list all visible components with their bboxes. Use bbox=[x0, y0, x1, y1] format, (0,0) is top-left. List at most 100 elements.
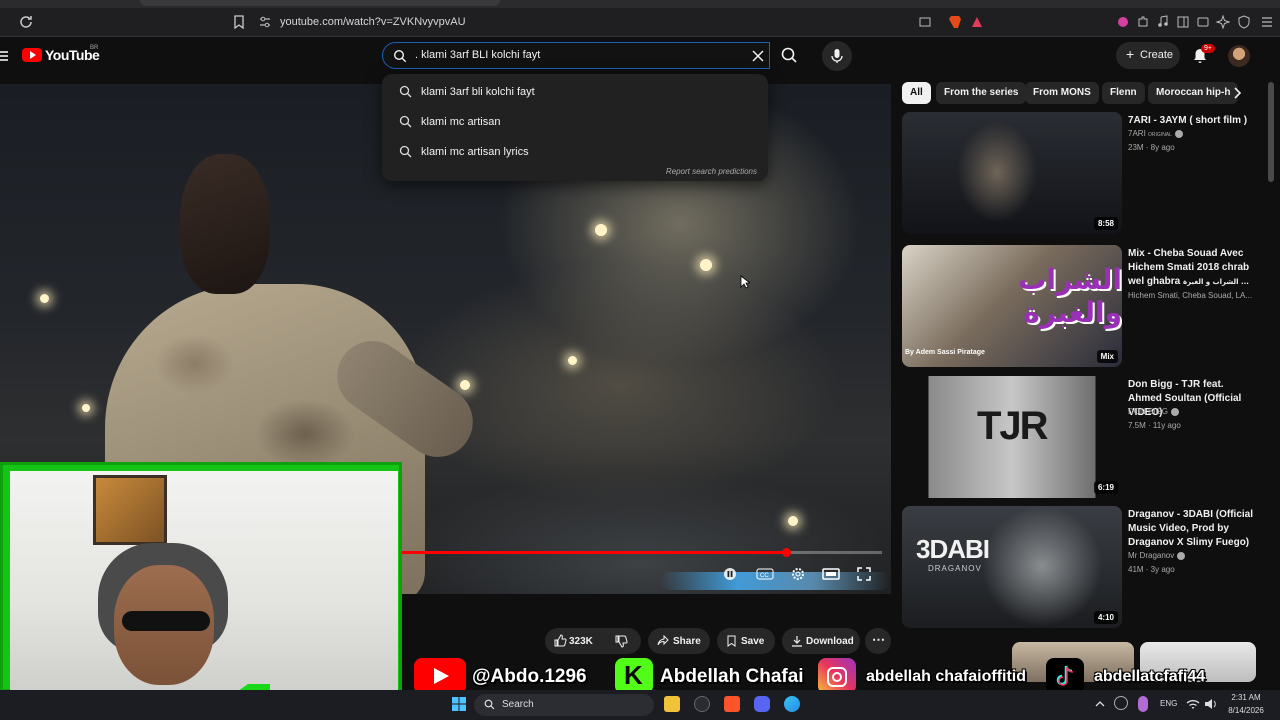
dislike-icon[interactable] bbox=[615, 635, 628, 648]
page-scrollbar[interactable] bbox=[1268, 82, 1274, 182]
recommendation-item[interactable]: TJR 6:19 Don Bigg - TJR feat. Ahmed Soul… bbox=[902, 376, 1262, 498]
video-thumbnail[interactable]: 3DABI DRAGANOV 4:10 bbox=[902, 506, 1122, 628]
chip-from-mons[interactable]: From MONS bbox=[1025, 82, 1099, 104]
video-title[interactable]: Draganov - 3DABI (Official Music Video, … bbox=[1128, 508, 1256, 550]
menu-icon[interactable] bbox=[1260, 15, 1274, 29]
clock-date: 8/14/2026 bbox=[1228, 706, 1264, 715]
windows-taskbar: Search ENG 2:31 AM 8/14/2026 bbox=[0, 690, 1280, 720]
volume-icon[interactable] bbox=[1204, 696, 1218, 712]
search-icon bbox=[399, 115, 412, 128]
chip-from-the-series[interactable]: From the series bbox=[936, 82, 1027, 104]
microphone-tray-icon[interactable] bbox=[1138, 696, 1148, 712]
channel-name[interactable]: 7ARI ORIGINAL bbox=[1128, 129, 1183, 138]
browser-address-bar: youtube.com/watch?v=ZVKNvyvpvAU bbox=[0, 8, 1280, 37]
bokeh-light bbox=[788, 516, 798, 526]
recommendation-item[interactable]: 3DABI DRAGANOV 4:10 Draganov - 3DABI (Of… bbox=[902, 506, 1262, 628]
leo-ai-icon[interactable] bbox=[1216, 15, 1230, 29]
thumbnail-title-text: TJR bbox=[977, 404, 1049, 448]
reload-icon[interactable] bbox=[18, 14, 34, 30]
obs-studio-icon[interactable] bbox=[694, 696, 710, 712]
download-button[interactable]: Download bbox=[782, 628, 860, 654]
pause-icon[interactable] bbox=[722, 566, 738, 582]
taskbar-search-box[interactable]: Search bbox=[474, 694, 654, 716]
tray-overflow-chevron-icon[interactable] bbox=[1094, 696, 1106, 712]
video-thumbnail[interactable]: الشراب والغبرة By Adem Sassi Piratage Mi… bbox=[902, 245, 1122, 367]
channel-name-text: DON BIGG bbox=[1128, 407, 1169, 416]
chip-flenn[interactable]: Flenn bbox=[1102, 82, 1145, 104]
discord-icon[interactable] bbox=[754, 696, 770, 712]
video-thumbnail[interactable]: TJR 6:19 bbox=[902, 376, 1122, 498]
like-count[interactable]: 323K bbox=[569, 636, 593, 647]
wifi-icon[interactable] bbox=[1186, 696, 1200, 712]
address-url[interactable]: youtube.com/watch?v=ZVKNvyvpvAU bbox=[280, 16, 466, 28]
search-button[interactable] bbox=[770, 42, 808, 69]
clear-search-icon[interactable] bbox=[751, 49, 765, 63]
voice-search-button[interactable] bbox=[822, 41, 852, 71]
video-meta: 41M · 3y ago bbox=[1128, 565, 1175, 574]
cast-icon[interactable] bbox=[918, 15, 932, 29]
video-title[interactable]: 7ARI - 3AYM ( short film ) bbox=[1128, 114, 1256, 128]
brave-browser-icon[interactable] bbox=[724, 696, 740, 712]
active-tab[interactable] bbox=[140, 0, 500, 6]
video-thumbnail[interactable]: 8:58 bbox=[902, 112, 1122, 234]
save-label: Save bbox=[741, 636, 765, 647]
edge-browser-icon[interactable] bbox=[784, 696, 800, 712]
search-query[interactable]: . klami 3arf BLI kolchi fayt bbox=[415, 49, 540, 61]
more-actions-button[interactable]: ⋯ bbox=[865, 628, 891, 654]
settings-gear-icon[interactable] bbox=[790, 566, 806, 582]
theater-mode-icon[interactable] bbox=[822, 566, 840, 582]
create-button[interactable]: + Create bbox=[1116, 42, 1180, 69]
network-tray-icon[interactable] bbox=[1114, 696, 1128, 710]
save-bookmark-icon bbox=[727, 635, 736, 647]
input-language[interactable]: ENG bbox=[1160, 699, 1177, 708]
suggestion-item[interactable]: klami 3arf bli kolchi fayt bbox=[382, 78, 768, 106]
more-horizontal-icon: ⋯ bbox=[872, 632, 885, 647]
share-button[interactable]: Share bbox=[648, 628, 710, 654]
brave-shield-icon[interactable] bbox=[948, 15, 966, 29]
microphone-icon bbox=[831, 49, 843, 63]
video-meta: 23M · 8y ago bbox=[1128, 143, 1175, 152]
chip-all[interactable]: All bbox=[902, 82, 931, 104]
notification-count-badge: 9+ bbox=[1201, 44, 1215, 53]
extensions-puzzle-icon[interactable] bbox=[1136, 15, 1150, 29]
vpn-shield-icon[interactable] bbox=[1237, 15, 1251, 29]
channel-name[interactable]: Hichem Smati, Cheba Souad, LA... bbox=[1128, 291, 1252, 300]
media-controls-icon[interactable] bbox=[1156, 15, 1170, 29]
suggestion-item[interactable]: klami mc artisan bbox=[382, 108, 768, 136]
like-icon[interactable] bbox=[554, 634, 567, 647]
bokeh-light bbox=[460, 380, 470, 390]
youtube-logo-icon[interactable] bbox=[22, 48, 42, 62]
channel-name[interactable]: DON BIGG bbox=[1128, 407, 1180, 416]
brave-rewards-icon[interactable] bbox=[970, 15, 984, 29]
suggestion-label: klami mc artisan lyrics bbox=[421, 146, 529, 158]
guide-menu-icon[interactable] bbox=[0, 50, 8, 62]
report-search-predictions-link[interactable]: Report search predictions bbox=[666, 167, 757, 176]
captions-icon[interactable]: CC bbox=[756, 566, 774, 582]
file-explorer-icon[interactable] bbox=[664, 696, 680, 712]
bookmark-icon[interactable] bbox=[233, 15, 245, 29]
site-settings-icon[interactable] bbox=[258, 15, 272, 29]
save-button[interactable]: Save bbox=[717, 628, 775, 654]
recommendation-item[interactable]: 8:58 7ARI - 3AYM ( short film ) 7ARI ORI… bbox=[902, 112, 1262, 234]
account-avatar[interactable] bbox=[1228, 45, 1250, 67]
windows-start-icon[interactable] bbox=[451, 696, 467, 712]
extension-leo-icon[interactable] bbox=[1116, 15, 1130, 29]
instagram-logo-icon bbox=[818, 658, 856, 694]
progress-scrubber-handle[interactable] bbox=[781, 548, 791, 557]
system-clock[interactable]: 2:31 AM 8/14/2026 bbox=[1224, 691, 1268, 717]
channel-name-text: Mr Draganov bbox=[1128, 551, 1175, 560]
channel-name[interactable]: Mr Draganov bbox=[1128, 551, 1186, 560]
chevron-right-icon[interactable] bbox=[1230, 86, 1244, 100]
search-input[interactable]: . klami 3arf BLI kolchi fayt bbox=[382, 42, 770, 69]
video-title[interactable]: Mix - Cheba Souad Avec Hichem Smati 2018… bbox=[1128, 247, 1256, 289]
suggestion-item[interactable]: klami mc artisan lyrics bbox=[382, 138, 768, 166]
share-icon bbox=[657, 635, 669, 646]
chip-moroccan-hip-hop[interactable]: Moroccan hip-h bbox=[1148, 82, 1239, 104]
youtube-handle: @Abdo.1296 bbox=[472, 666, 587, 687]
thumbnail-title-text: 3DABI bbox=[916, 534, 990, 564]
fullscreen-icon[interactable] bbox=[856, 566, 872, 582]
sidebar-icon[interactable] bbox=[1176, 15, 1190, 29]
recommendation-item[interactable]: الشراب والغبرة By Adem Sassi Piratage Mi… bbox=[902, 245, 1262, 367]
wallet-icon[interactable] bbox=[1196, 15, 1210, 29]
webcam-feed bbox=[10, 471, 398, 691]
